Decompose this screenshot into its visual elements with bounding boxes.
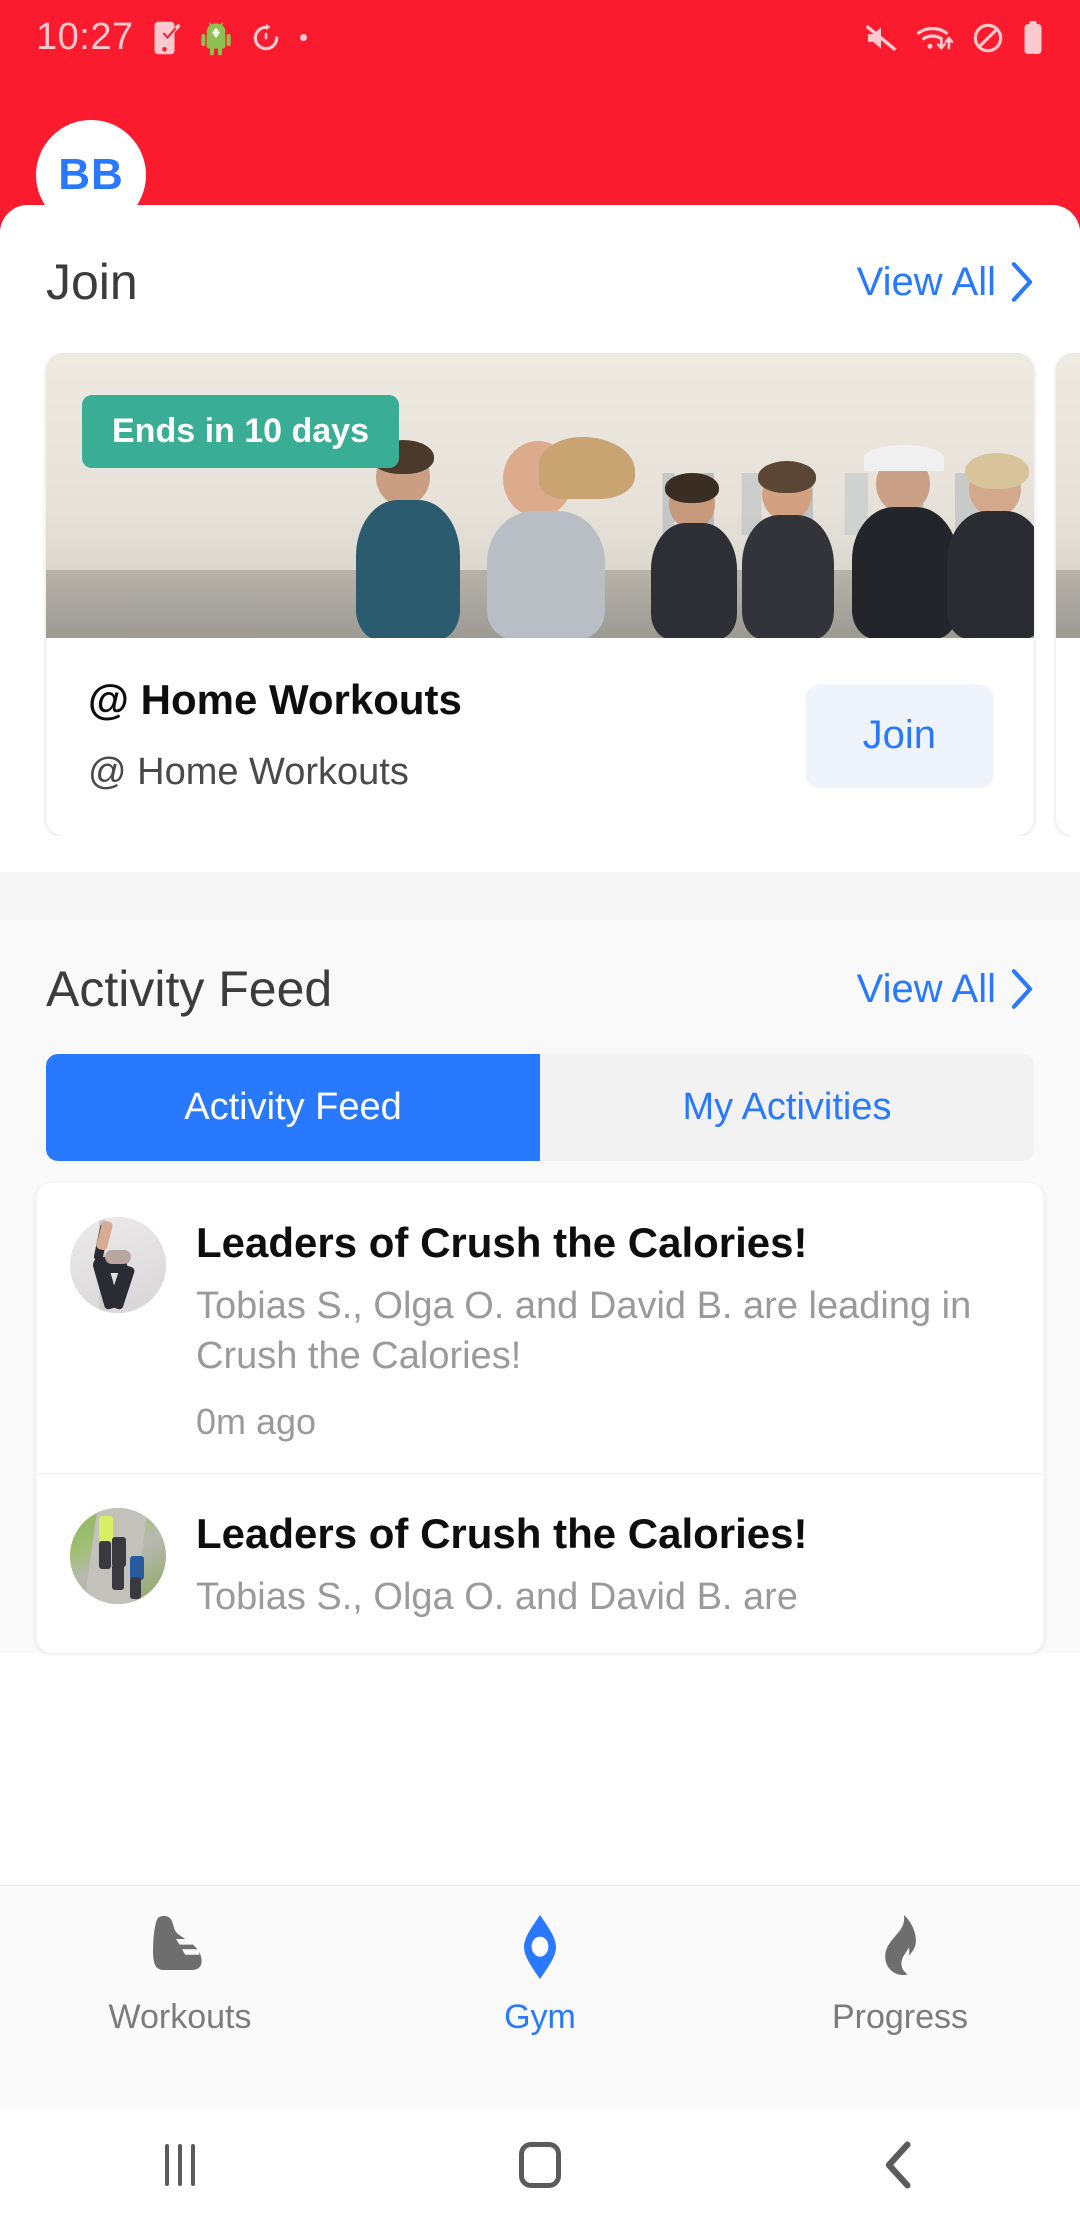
activity-feed-list: Leaders of Crush the Calories! Tobias S.…: [36, 1183, 1044, 1653]
challenge-text: @ Home Workouts @ Home Workouts: [88, 674, 807, 796]
challenge-carousel[interactable]: Ends in 10 days @ Home Workouts @ Home W…: [0, 353, 1080, 836]
back-button[interactable]: [720, 2141, 1080, 2189]
challenge-photo-next: [1056, 353, 1080, 638]
mute-icon: [865, 24, 897, 51]
status-time: 10:27: [36, 16, 134, 58]
list-item[interactable]: Leaders of Crush the Calories! Tobias S.…: [36, 1183, 1044, 1473]
activity-item-time: 0m ago: [196, 1401, 317, 1443]
avatar-initials: BB: [58, 150, 124, 199]
nav-item-workouts[interactable]: Workouts: [0, 1912, 360, 2037]
chevron-right-icon: [1011, 262, 1033, 302]
nav-item-progress[interactable]: Progress: [720, 1912, 1080, 2037]
back-chevron-icon: [885, 2141, 911, 2189]
app-screen: BB 10:27 Join View All Ends in 10 days @…: [0, 0, 1080, 2220]
join-section: Join View All Ends in 10 days @ Home Wor…: [0, 205, 1080, 872]
home-icon: [519, 2142, 561, 2188]
content-sheet: Join View All Ends in 10 days @ Home Wor…: [0, 205, 1080, 1885]
shoe-icon: [153, 1916, 202, 1970]
join-view-all-link[interactable]: View All: [857, 260, 1034, 305]
challenge-card[interactable]: Ends in 10 days @ Home Workouts @ Home W…: [46, 353, 1034, 836]
challenge-badge: Ends in 10 days: [82, 395, 399, 468]
do-not-disturb-icon: [973, 23, 1003, 52]
flame-icon: [885, 1915, 916, 1975]
list-item-text: Leaders of Crush the Calories! Tobias S.…: [196, 1508, 1010, 1623]
status-bar-left: 10:27: [36, 16, 307, 59]
status-bar-right: [864, 20, 1044, 55]
activity-item-body: Tobias S., Olga O. and David B. are lead…: [196, 1285, 972, 1377]
dot-indicator: [299, 34, 307, 41]
activity-title: Activity Feed: [46, 961, 333, 1017]
status-bar: 10:27: [0, 0, 1080, 75]
join-button[interactable]: Join: [806, 684, 992, 786]
challenge-photo: Ends in 10 days: [46, 353, 1034, 638]
gym-diamond-icon: [524, 1915, 556, 1979]
challenge-card-next[interactable]: [1056, 353, 1080, 836]
runner-figure: [935, 443, 1034, 638]
list-item-text: Leaders of Crush the Calories! Tobias S.…: [196, 1217, 1010, 1443]
phone-check-icon: [154, 21, 180, 54]
recents-button[interactable]: [0, 2144, 360, 2186]
activity-item-title: Leaders of Crush the Calories!: [196, 1510, 808, 1558]
avatar: [70, 1217, 166, 1313]
activity-tabs: Activity Feed My Activities: [46, 1054, 1034, 1161]
challenge-card-body: @ Home Workouts @ Home Workouts Join: [46, 638, 1034, 836]
activity-feed-section: Activity Feed View All Activity Feed My …: [0, 920, 1080, 1653]
join-title: Join: [46, 254, 138, 310]
challenge-card-body-next: [1056, 638, 1080, 813]
android-robot-icon: [200, 21, 231, 55]
tab-my-activities[interactable]: My Activities: [540, 1054, 1034, 1161]
activity-section-header: Activity Feed View All: [0, 960, 1080, 1018]
nav-label-gym: Gym: [504, 1998, 576, 2036]
join-view-all-label: View All: [856, 259, 996, 304]
activity-item-title: Leaders of Crush the Calories!: [196, 1219, 808, 1266]
chevron-right-icon: [1011, 969, 1033, 1009]
nav-item-gym[interactable]: Gym: [360, 1912, 720, 2037]
avatar: [70, 1508, 166, 1605]
runner-figure: [461, 423, 651, 638]
home-button[interactable]: [360, 2142, 720, 2188]
nav-label-progress: Progress: [831, 1998, 969, 2036]
battery-icon: [1024, 20, 1042, 54]
list-item[interactable]: Leaders of Crush the Calories! Tobias S.…: [36, 1473, 1044, 1653]
section-divider: [0, 872, 1080, 920]
tab-activity-feed[interactable]: Activity Feed: [46, 1054, 540, 1161]
challenge-subtitle: @ Home Workouts: [88, 750, 409, 793]
system-navigation-bar: [0, 2110, 1080, 2220]
join-section-header: Join View All: [0, 253, 1080, 311]
nav-label-workouts: Workouts: [108, 1998, 252, 2036]
timer-icon: [253, 23, 278, 50]
wifi-icon: [916, 26, 954, 49]
activity-view-all-label: View All: [856, 966, 996, 1011]
bottom-navigation: Workouts Gym Progress: [0, 1885, 1080, 2110]
challenge-name: @ Home Workouts: [88, 676, 462, 723]
recents-icon: [165, 2144, 195, 2186]
activity-item-body: Tobias S., Olga O. and David B. are: [196, 1576, 798, 1619]
activity-view-all-link[interactable]: View All: [857, 967, 1034, 1012]
